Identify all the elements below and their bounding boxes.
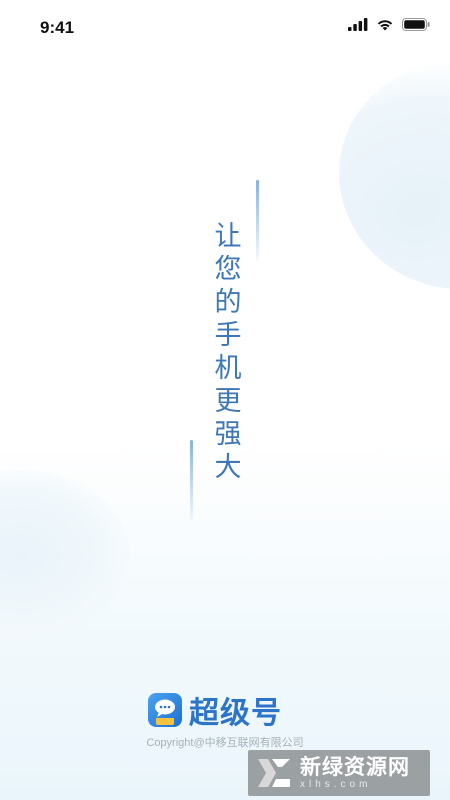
decorative-line-bottom	[190, 440, 193, 520]
battery-icon	[402, 18, 430, 31]
slogan-char: 更	[214, 386, 242, 417]
chat-bubble-logo-icon	[148, 693, 182, 727]
watermark-url: xlhs.com	[300, 779, 372, 790]
brand-lockup: 超级号	[147, 688, 282, 732]
decorative-blob-right	[314, 32, 450, 318]
slogan-vertical-text: 让 您 的 手 机 更 强 大	[210, 220, 246, 484]
copyright-text: Copyright@中移互联网有限公司	[146, 737, 304, 749]
brand-name: 超级号	[189, 696, 282, 731]
decorative-blob-left	[0, 470, 130, 640]
watermark-badge: 新绿资源网 xlhs.com	[248, 750, 430, 796]
slogan-char: 您	[214, 254, 242, 285]
status-time: 9:41	[40, 18, 75, 37]
watermark-logo-icon	[258, 759, 290, 787]
status-icons	[348, 18, 430, 31]
slogan-char: 的	[214, 287, 242, 318]
slogan-char: 大	[214, 452, 242, 483]
slogan-char: 手	[214, 320, 242, 351]
watermark-title: 新绿资源网	[300, 755, 410, 779]
slogan-char: 让	[214, 221, 242, 252]
slogan-char: 强	[214, 419, 242, 450]
decorative-line-top	[256, 180, 259, 260]
slogan-char: 机	[214, 353, 242, 384]
status-bar: 9:41	[0, 0, 450, 56]
watermark-text: 新绿资源网 xlhs.com	[300, 755, 410, 791]
wifi-icon	[377, 20, 393, 31]
cellular-signal-icon	[348, 18, 368, 31]
